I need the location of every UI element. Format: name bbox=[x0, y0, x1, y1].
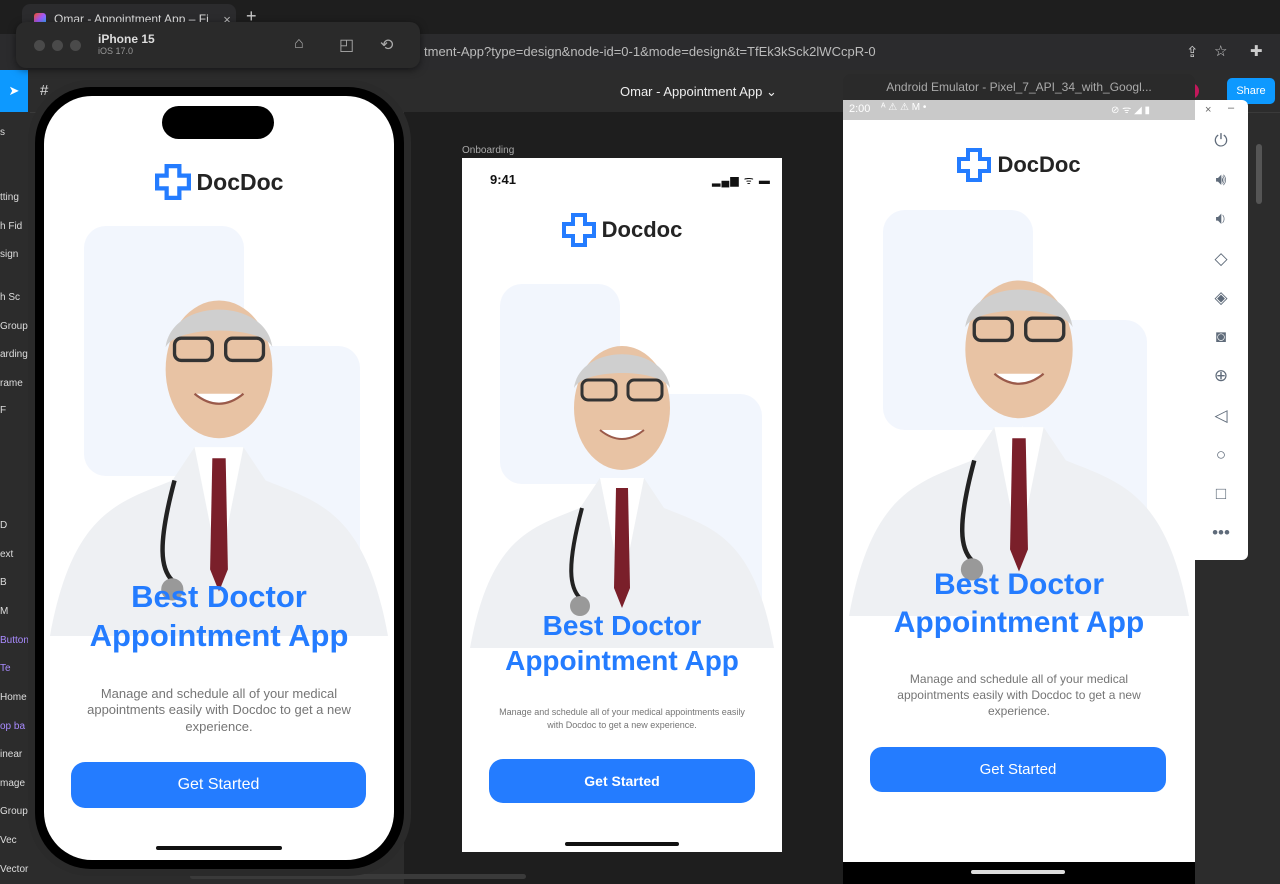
screenshot-icon[interactable]: ◰ bbox=[339, 35, 354, 55]
home-indicator bbox=[565, 842, 679, 846]
layer-item[interactable]: Group bbox=[0, 321, 28, 332]
onboarding-frame[interactable]: 9:41 ▂▄▆ ᯤ ▬ Docdoc Best Doctor Appointme… bbox=[462, 158, 782, 852]
doctor-image bbox=[849, 216, 1189, 616]
layer-item[interactable]: h Fid bbox=[0, 221, 22, 232]
frame-label[interactable]: Onboarding bbox=[462, 145, 514, 156]
layer-item[interactable]: tting bbox=[0, 192, 19, 203]
layer-item[interactable]: Home bbox=[0, 692, 27, 703]
notification-icons: ᴬ ⚠ ⚠ M • bbox=[881, 102, 927, 113]
more-icon[interactable]: ••• bbox=[1208, 523, 1234, 543]
headline: Best Doctor Appointment App bbox=[89, 579, 349, 653]
layer-item[interactable]: sign bbox=[0, 249, 18, 260]
headline: Best Doctor Appointment App bbox=[893, 568, 1145, 639]
window-minimize-button[interactable] bbox=[52, 40, 63, 51]
layer-item[interactable]: M bbox=[0, 606, 8, 617]
get-started-button[interactable]: Get Started bbox=[71, 762, 366, 808]
window-zoom-button[interactable] bbox=[70, 40, 81, 51]
dynamic-island bbox=[162, 106, 274, 139]
cross-logo-icon bbox=[561, 213, 596, 247]
rotate-icon[interactable]: ⟲ bbox=[380, 35, 393, 55]
layer-item[interactable]: Te bbox=[0, 663, 11, 674]
move-tool-button[interactable]: ➤ bbox=[0, 70, 28, 112]
layer-item[interactable]: mage bbox=[0, 778, 25, 789]
layer-item[interactable]: inear bbox=[0, 749, 22, 760]
android-screen[interactable]: DocDoc Best Doctor Appointment App Manage… bbox=[843, 120, 1195, 862]
doctor-image bbox=[470, 288, 774, 648]
cursor-icon: ➤ bbox=[8, 83, 20, 98]
emulator-title-bar: Android Emulator - Pixel_7_API_34_with_G… bbox=[843, 74, 1195, 100]
layer-item[interactable]: F bbox=[0, 405, 6, 416]
layer-item[interactable]: Button bbox=[0, 635, 29, 646]
share-page-icon[interactable]: ⇪ bbox=[1186, 43, 1199, 61]
bookmark-star-icon[interactable]: ☆ bbox=[1214, 42, 1227, 60]
iphone-screen[interactable]: DocDoc Best Doctor Appointment App Manage… bbox=[44, 96, 394, 860]
volume-up-icon[interactable]: 🔊︎ bbox=[1208, 170, 1234, 190]
gesture-bar[interactable] bbox=[971, 870, 1065, 874]
layer-item[interactable]: h Sc bbox=[0, 292, 20, 303]
cross-logo-icon bbox=[154, 164, 191, 200]
brand-name: DocDoc bbox=[196, 168, 284, 195]
status-icons: ▂▄▆ ᯤ ▬ bbox=[712, 175, 771, 187]
volume-down-icon[interactable]: 🔉︎ bbox=[1208, 209, 1234, 229]
rotate-left-icon[interactable]: ◇ bbox=[1208, 249, 1234, 269]
rotate-right-icon[interactable]: ◈ bbox=[1208, 288, 1234, 308]
minimize-icon[interactable]: – bbox=[1228, 102, 1234, 114]
android-status-bar: 2:00 ᴬ ⚠ ⚠ M • ⊘ ᯤ ◢ ▮ bbox=[843, 100, 1195, 120]
brand-name: Docdoc bbox=[601, 217, 683, 242]
chevron-down-icon: ⌄ bbox=[765, 84, 777, 99]
get-started-button[interactable]: Get Started bbox=[870, 747, 1166, 792]
status-time: 9:41 bbox=[490, 172, 517, 187]
description: Manage and schedule all of your medical … bbox=[87, 686, 351, 734]
layer-item[interactable]: op ba bbox=[0, 721, 25, 732]
brand-logo: DocDoc bbox=[44, 162, 394, 202]
android-status-time: 2:00 bbox=[849, 103, 871, 115]
project-title[interactable]: Omar - Appointment App ⌄ bbox=[620, 84, 777, 100]
android-nav-bar bbox=[843, 862, 1195, 884]
description: Manage and schedule all of your medical … bbox=[897, 672, 1141, 719]
overview-icon[interactable]: □ bbox=[1208, 484, 1234, 504]
doctor-image bbox=[50, 236, 388, 636]
brand-logo: Docdoc bbox=[462, 212, 782, 248]
layer-item[interactable]: Group bbox=[0, 806, 28, 817]
get-started-button[interactable]: Get Started bbox=[489, 759, 755, 803]
layer-item[interactable]: s bbox=[0, 127, 5, 138]
layer-item[interactable]: Vector bbox=[0, 864, 28, 875]
layer-item[interactable]: Vec bbox=[0, 835, 17, 846]
zoom-icon[interactable]: ⊕ bbox=[1208, 366, 1234, 386]
extensions-icon[interactable]: ✚ bbox=[1250, 42, 1263, 60]
description: Manage and schedule all of your medical … bbox=[499, 707, 745, 731]
layer-item[interactable]: ext bbox=[0, 549, 13, 560]
camera-icon[interactable]: ◙ bbox=[1208, 327, 1234, 347]
vertical-scrollbar[interactable] bbox=[1256, 144, 1262, 204]
home-icon[interactable]: ⌂ bbox=[294, 35, 304, 53]
cross-logo-icon bbox=[957, 148, 992, 182]
simulator-os-version: iOS 17.0 bbox=[98, 46, 134, 56]
system-icons: ⊘ ᯤ ◢ ▮ bbox=[1111, 105, 1151, 116]
layer-item[interactable]: D bbox=[0, 520, 7, 531]
layer-item[interactable]: arding bbox=[0, 349, 28, 360]
power-icon[interactable]: ⏻ bbox=[1208, 131, 1234, 151]
layer-item[interactable]: B bbox=[0, 577, 7, 588]
home-indicator bbox=[156, 846, 282, 850]
home-circle-icon[interactable]: ○ bbox=[1208, 445, 1234, 465]
brand-logo: DocDoc bbox=[843, 146, 1195, 184]
emulator-title: Android Emulator - Pixel_7_API_34_with_G… bbox=[886, 80, 1152, 94]
brand-name: DocDoc bbox=[997, 152, 1081, 177]
window-close-button[interactable] bbox=[34, 40, 45, 51]
layer-item[interactable]: rame bbox=[0, 378, 23, 389]
close-icon[interactable]: × bbox=[1205, 104, 1211, 116]
back-icon[interactable]: ◁ bbox=[1208, 406, 1234, 426]
url-field[interactable]: tment-App?type=design&node-id=0-1&mode=d… bbox=[424, 44, 876, 59]
simulator-device-name: iPhone 15 bbox=[98, 32, 155, 46]
headline: Best Doctor Appointment App bbox=[505, 610, 739, 676]
